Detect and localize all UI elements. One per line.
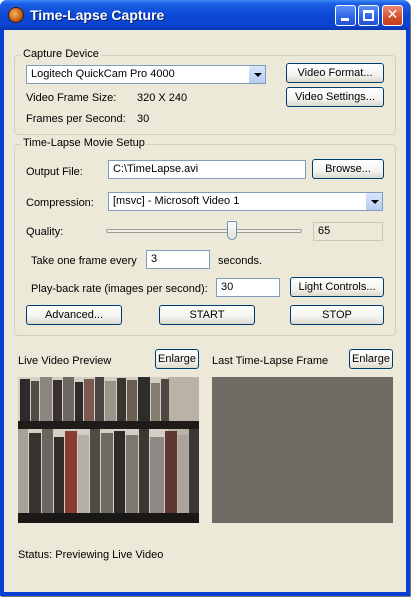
bookshelf-video-frame: [18, 377, 199, 523]
output-file-label: Output File:: [26, 166, 83, 178]
last-enlarge-button[interactable]: Enlarge: [349, 349, 393, 369]
title-bar[interactable]: Time-Lapse Capture ✕: [0, 0, 410, 30]
stop-button[interactable]: STOP: [290, 305, 384, 325]
start-button[interactable]: START: [159, 305, 255, 325]
window-title: Time-Lapse Capture: [30, 7, 165, 23]
minimize-icon: [341, 18, 349, 21]
live-video-preview: [18, 377, 199, 523]
seconds-label: seconds.: [218, 255, 263, 267]
compression-select[interactable]: [msvc] - Microsoft Video 1: [108, 192, 383, 211]
compression-label: Compression:: [26, 197, 94, 209]
video-format-button[interactable]: Video Format...: [286, 63, 384, 83]
frame-size-value: 320 X 240: [137, 92, 188, 104]
close-icon: ✕: [386, 7, 399, 23]
output-file-field[interactable]: C:\TimeLapse.avi: [108, 160, 306, 179]
quality-slider-track[interactable]: [106, 229, 302, 233]
close-button[interactable]: ✕: [382, 5, 403, 26]
advanced-button[interactable]: Advanced...: [26, 305, 122, 325]
app-icon: [8, 7, 24, 23]
quality-value-field: 65: [313, 222, 383, 241]
quality-label: Quality:: [26, 226, 64, 238]
maximize-icon: [363, 10, 374, 21]
light-controls-button[interactable]: Light Controls...: [290, 277, 384, 297]
playback-rate-label: Play-back rate (images per second):: [31, 283, 208, 295]
capture-device-group-label: Capture Device: [21, 48, 101, 60]
status-text: Status: Previewing Live Video: [18, 549, 164, 561]
device-select-value: Logitech QuickCam Pro 4000: [31, 68, 175, 80]
live-enlarge-button[interactable]: Enlarge: [155, 349, 199, 369]
compression-select-value: [msvc] - Microsoft Video 1: [113, 195, 240, 207]
video-settings-button[interactable]: Video Settings...: [286, 87, 384, 107]
dialog-body: Capture Device Logitech QuickCam Pro 400…: [4, 30, 406, 592]
chevron-down-icon[interactable]: [248, 66, 265, 83]
app-window: Time-Lapse Capture ✕ Capture Device Logi…: [0, 0, 410, 596]
browse-button[interactable]: Browse...: [312, 159, 384, 179]
last-frame-preview: [212, 377, 393, 523]
quality-slider-thumb[interactable]: [226, 221, 237, 240]
playback-rate-field[interactable]: 30: [216, 278, 280, 297]
fps-value: 30: [137, 113, 150, 125]
movie-setup-group-label: Time-Lapse Movie Setup: [21, 137, 147, 149]
device-select[interactable]: Logitech QuickCam Pro 4000: [26, 65, 266, 84]
minimize-button[interactable]: [335, 5, 356, 26]
frame-interval-field[interactable]: 3: [146, 250, 210, 269]
fps-label: Frames per Second:: [26, 113, 126, 125]
last-frame-label: Last Time-Lapse Frame: [212, 355, 329, 367]
chevron-down-icon[interactable]: [365, 193, 382, 210]
frame-size-label: Video Frame Size:: [26, 92, 117, 104]
maximize-button[interactable]: [358, 5, 379, 26]
take-frame-label: Take one frame every: [31, 255, 137, 267]
live-preview-label: Live Video Preview: [18, 355, 112, 367]
